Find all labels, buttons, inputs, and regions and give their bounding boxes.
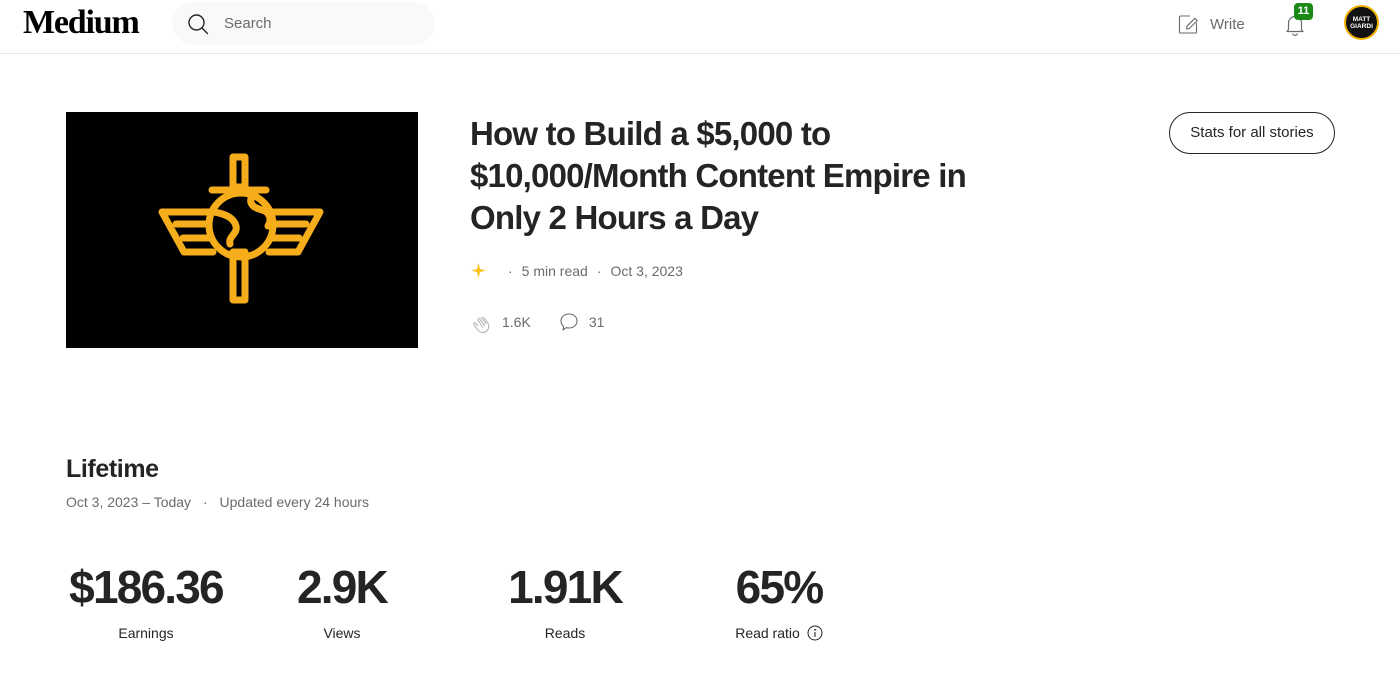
metric-label: Read ratio [735, 625, 800, 641]
claps-count: 1.6K [502, 314, 531, 330]
winged-globe-logo [158, 153, 324, 304]
write-label: Write [1210, 15, 1245, 33]
claps-button[interactable]: 1.6K [470, 310, 531, 334]
info-icon[interactable] [807, 625, 823, 641]
meta-separator: · [596, 262, 602, 279]
metric-views: 2.9K Views [282, 560, 402, 641]
update-frequency: Updated every 24 hours [219, 494, 369, 510]
metric-label: Earnings [118, 625, 174, 641]
date-range: Oct 3, 2023 – Today [66, 494, 192, 510]
search-input[interactable]: Search [224, 15, 272, 32]
comment-icon [560, 313, 578, 331]
story-meta: · 5 min read · Oct 3, 2023 [470, 262, 683, 279]
metric-value: 65% [735, 561, 824, 613]
star-icon [471, 263, 486, 278]
publish-date: Oct 3, 2023 [610, 262, 683, 279]
write-icon [1178, 15, 1198, 34]
engagement-row: 1.6K 31 [470, 310, 630, 334]
metric-value: 2.9K [297, 561, 389, 613]
comments-count: 31 [588, 314, 605, 330]
story-thumbnail [66, 112, 418, 348]
medium-logo[interactable]: Medium [23, 4, 140, 42]
section-title: Lifetime [66, 455, 159, 483]
metric-label: Reads [544, 625, 586, 641]
read-time: 5 min read [521, 262, 588, 279]
metric-earnings: $186.36 Earnings [66, 560, 226, 641]
metric-label: Views [323, 625, 361, 641]
top-navbar: Medium Search Write 11 MATT GIARDI [0, 0, 1400, 54]
search-icon [188, 14, 209, 35]
avatar-text: MATT GIARDI [1350, 16, 1373, 30]
write-button[interactable]: Write [1176, 10, 1245, 38]
metric-value: 1.91K [508, 561, 624, 613]
clap-icon [473, 316, 490, 334]
story-title[interactable]: How to Build a $5,000 to $10,000/Month C… [470, 113, 990, 239]
stats-for-all-stories-button[interactable]: Stats for all stories [1169, 112, 1335, 154]
lifetime-subtitle: Oct 3, 2023 – Today · Updated every 24 h… [66, 494, 369, 510]
avatar[interactable]: MATT GIARDI [1344, 5, 1379, 40]
meta-separator: · [508, 262, 513, 279]
comments-button[interactable]: 31 [557, 310, 605, 334]
metric-read-ratio: 65% Read ratio [719, 560, 839, 641]
notification-badge: 11 [1294, 3, 1313, 20]
metric-reads: 1.91K Reads [495, 560, 635, 641]
meta-separator: · [202, 494, 208, 510]
search-bar[interactable]: Search [172, 2, 435, 45]
metric-value: $186.36 [69, 561, 224, 613]
